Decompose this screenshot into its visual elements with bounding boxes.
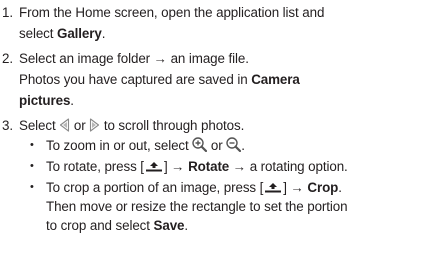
step-text: Select or to scroll through photos. [19,117,244,136]
folder-name: pictures [19,93,71,108]
menu-option-rotate: Rotate [188,159,230,174]
zoom-out-icon [226,137,242,156]
menu-key-icon [145,159,163,176]
button-name-save: Save [153,218,185,233]
bullet-item-rotate: To rotate, press [] → Rotate → a rotatin… [46,159,348,176]
step-number: 2. [2,51,13,66]
zoom-in-icon [192,137,208,156]
bullet-item-crop-cont: to crop and select Save. [46,218,189,233]
menu-option-crop: Crop [307,180,339,195]
right-arrow-icon [89,118,100,136]
bullet-marker: • [30,160,34,172]
bullet-item-crop-cont: Then move or resize the rectangle to set… [46,199,348,214]
step-text: Select an image folder → an image file. [19,51,249,66]
step-text: From the Home screen, open the applicati… [19,5,325,20]
bullet-marker: • [30,181,34,193]
left-arrow-icon [59,118,70,136]
step-text: select Gallery. [19,26,106,41]
bullet-item-crop: To crop a portion of an image, press [] … [46,180,342,197]
step-text: Photos you have captured are saved in Ca… [19,72,300,87]
bullet-item-zoom: To zoom in or out, select or . [46,137,245,156]
menu-key-icon [264,180,282,197]
folder-name: Camera [251,72,300,87]
step-text: pictures. [19,93,74,108]
step-number: 3. [2,118,13,133]
bullet-marker: • [30,139,34,151]
instructions-document: 1. From the Home screen, open the applic… [0,0,441,276]
step-number: 1. [2,5,13,20]
app-name-gallery: Gallery [57,26,102,41]
